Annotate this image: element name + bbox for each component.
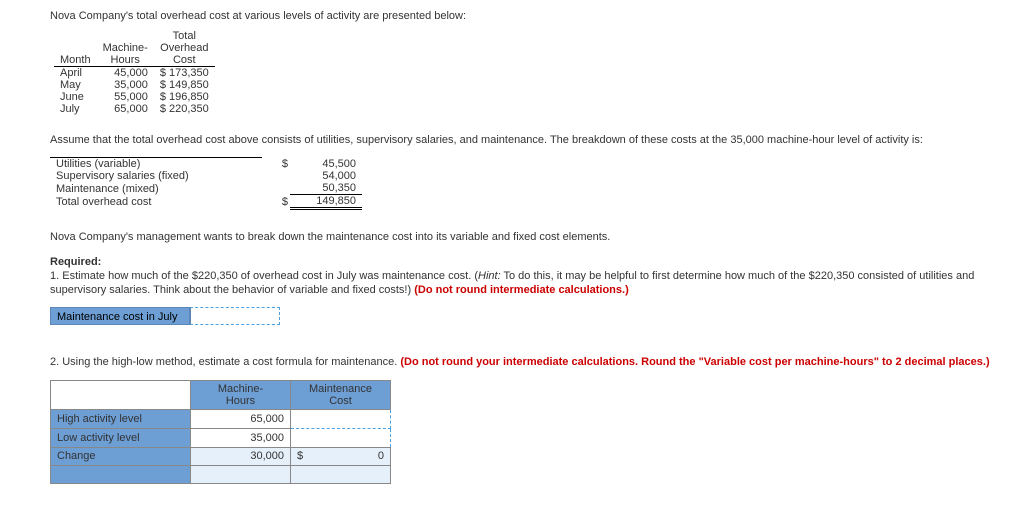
low-activity-label: Low activity level [51, 428, 191, 447]
cell: $ 196,850 [154, 91, 215, 103]
currency-symbol: $ [297, 450, 303, 462]
high-hours: 65,000 [191, 409, 291, 428]
cell: June [54, 91, 97, 103]
col-machine-hours: Machine- Hours [191, 380, 291, 409]
intro-text-3: Nova Company's management wants to break… [50, 230, 1014, 244]
required-label: Required: [50, 256, 101, 268]
table-row: May35,000$ 149,850 [54, 79, 215, 91]
table-row: June55,000$ 196,850 [54, 91, 215, 103]
high-low-table: Machine- Hours Maintenance Cost High act… [50, 380, 391, 484]
cell: 55,000 [97, 91, 154, 103]
table-row: Low activity level 35,000 [51, 428, 391, 447]
answer-1-row: Maintenance cost in July [50, 307, 1014, 325]
table-row: Maintenance (mixed) 50,350 [50, 182, 362, 195]
table-row: Change 30,000 $0 [51, 447, 391, 465]
requirement-1: Required: 1. Estimate how much of the $2… [50, 255, 1014, 298]
col-machine: Machine- [97, 42, 154, 54]
blank-corner [51, 380, 191, 409]
col-overhead: Overhead [154, 42, 215, 54]
req1-text-a: 1. Estimate how much of the $220,350 of … [50, 270, 478, 282]
answer-1-label: Maintenance cost in July [50, 307, 190, 325]
change-cost: $0 [291, 447, 391, 465]
cell: $ 149,850 [154, 79, 215, 91]
col-total: Total [154, 30, 215, 42]
req2-warning: (Do not round your intermediate calculat… [400, 356, 989, 368]
col-maintenance-cost: Maintenance Cost [291, 380, 391, 409]
table-row: Utilities (variable) $ 45,500 [50, 158, 362, 171]
cell: 45,000 [97, 67, 154, 80]
cell: 149,850 [290, 195, 362, 209]
intro-text-2: Assume that the total overhead cost abov… [50, 133, 1014, 147]
footer-label [51, 465, 191, 483]
hint-label: Hint: [478, 270, 501, 282]
low-hours: 35,000 [191, 428, 291, 447]
cell: Utilities (variable) [50, 158, 262, 171]
overhead-activity-table: Total Machine- Overhead Month Hours Cost… [54, 30, 215, 115]
req1-warning: (Do not round intermediate calculations.… [414, 284, 629, 296]
cost-breakdown-table: Utilities (variable) $ 45,500 Supervisor… [50, 157, 362, 210]
table-row: Total overhead cost $ 149,850 [50, 195, 362, 209]
cell [262, 170, 290, 182]
cell: Maintenance (mixed) [50, 182, 262, 195]
table-row: Supervisory salaries (fixed) 54,000 [50, 170, 362, 182]
low-cost-input[interactable] [297, 431, 388, 445]
col-month: Month [54, 54, 97, 67]
change-hours: 30,000 [191, 447, 291, 465]
cell: Supervisory salaries (fixed) [50, 170, 262, 182]
cell [262, 182, 290, 195]
cell: 54,000 [290, 170, 362, 182]
col-hours: Hours [97, 54, 154, 67]
table-row [51, 465, 391, 483]
cell: 45,500 [290, 158, 362, 171]
cell: 65,000 [97, 103, 154, 115]
maintenance-cost-july-input[interactable] [190, 307, 280, 325]
footer-cost [291, 465, 391, 483]
cell: 35,000 [97, 79, 154, 91]
high-activity-label: High activity level [51, 409, 191, 428]
cell: May [54, 79, 97, 91]
requirement-2: 2. Using the high-low method, estimate a… [50, 355, 1014, 369]
cell: $ 173,350 [154, 67, 215, 80]
intro-text-1: Nova Company's total overhead cost at va… [50, 10, 1014, 22]
cell: July [54, 103, 97, 115]
cell: Total overhead cost [50, 195, 262, 209]
high-cost-input[interactable] [297, 412, 388, 426]
table-row: High activity level 65,000 [51, 409, 391, 428]
req2-text-a: 2. Using the high-low method, estimate a… [50, 356, 400, 368]
cell: April [54, 67, 97, 80]
cell: $ [262, 195, 290, 209]
cell: $ [262, 158, 290, 171]
footer-hours [191, 465, 291, 483]
change-cost-value: 0 [378, 450, 384, 462]
cell: $ 220,350 [154, 103, 215, 115]
change-label: Change [51, 447, 191, 465]
col-cost: Cost [154, 54, 215, 67]
table-row: July65,000$ 220,350 [54, 103, 215, 115]
cell: 50,350 [290, 182, 362, 195]
table-row: April45,000$ 173,350 [54, 67, 215, 80]
